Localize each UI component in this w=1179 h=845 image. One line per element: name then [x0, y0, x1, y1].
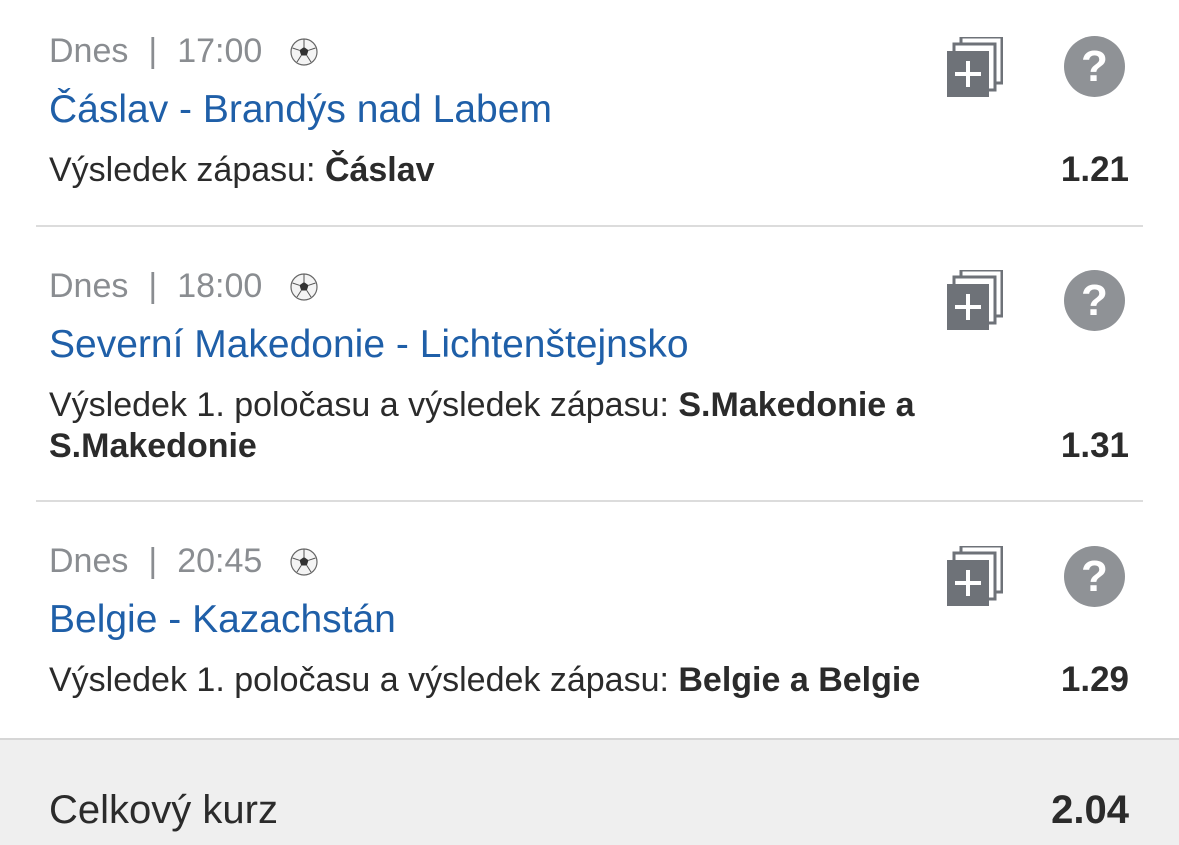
question-mark-icon[interactable]: ? — [1064, 270, 1125, 331]
bet-item: Dnes | 18:00 Severní Makedonie - Lichten… — [0, 227, 1179, 502]
question-mark-icon[interactable]: ? — [1064, 36, 1125, 97]
bet-time: 20:45 — [177, 542, 263, 580]
ticket-summary: Celkový kurz 2.04 — [0, 738, 1179, 845]
meta-separator: | — [148, 542, 158, 580]
add-to-ticket-icon[interactable] — [947, 546, 1003, 606]
match-title-link[interactable]: Severní Makedonie - Lichtenštejnsko — [49, 323, 689, 367]
bet-day: Dnes — [49, 32, 129, 70]
bet-meta: Dnes | 20:45 — [49, 542, 318, 581]
bet-selection: Výsledek 1. poločasu a výsledek zápasu: … — [49, 385, 1009, 467]
total-odds-value: 2.04 — [1051, 788, 1129, 832]
bet-selection: Výsledek 1. poločasu a výsledek zápasu: … — [49, 660, 1009, 701]
total-odds-label: Celkový kurz — [49, 788, 278, 832]
meta-separator: | — [148, 267, 158, 305]
bet-odds: 1.21 — [1060, 150, 1129, 189]
bet-time: 18:00 — [177, 267, 263, 305]
match-title-link[interactable]: Belgie - Kazachstán — [49, 598, 396, 642]
bet-item: Dnes | 20:45 Belgie - Kazachstán Výslede… — [0, 502, 1179, 738]
pick-label: Belgie a Belgie — [678, 661, 921, 699]
question-mark-icon[interactable]: ? — [1064, 546, 1125, 607]
match-title-link[interactable]: Čáslav - Brandýs nad Labem — [49, 88, 552, 132]
bet-day: Dnes — [49, 542, 129, 580]
bet-time: 17:00 — [177, 32, 263, 70]
market-label: Výsledek 1. poločasu a výsledek zápasu: — [49, 386, 679, 424]
soccer-ball-icon — [290, 272, 318, 301]
bet-odds: 1.29 — [1060, 660, 1129, 699]
pick-label: Čáslav — [324, 151, 435, 189]
add-to-ticket-icon[interactable] — [947, 270, 1003, 330]
add-to-ticket-icon[interactable] — [947, 37, 1003, 97]
bet-odds: 1.31 — [1060, 426, 1129, 465]
bet-meta: Dnes | 18:00 — [49, 267, 318, 306]
bet-meta: Dnes | 17:00 — [49, 32, 318, 71]
bet-selection: Výsledek zápasu: Čáslav — [49, 150, 1009, 191]
soccer-ball-icon — [290, 37, 318, 66]
soccer-ball-icon — [290, 547, 318, 576]
bet-item: Dnes | 17:00 Čáslav - Brandýs nad Labem … — [0, 0, 1179, 227]
meta-separator: | — [148, 32, 158, 70]
bet-day: Dnes — [49, 267, 129, 305]
market-label: Výsledek 1. poločasu a výsledek zápasu: — [49, 661, 679, 699]
market-label: Výsledek zápasu: — [49, 151, 325, 189]
